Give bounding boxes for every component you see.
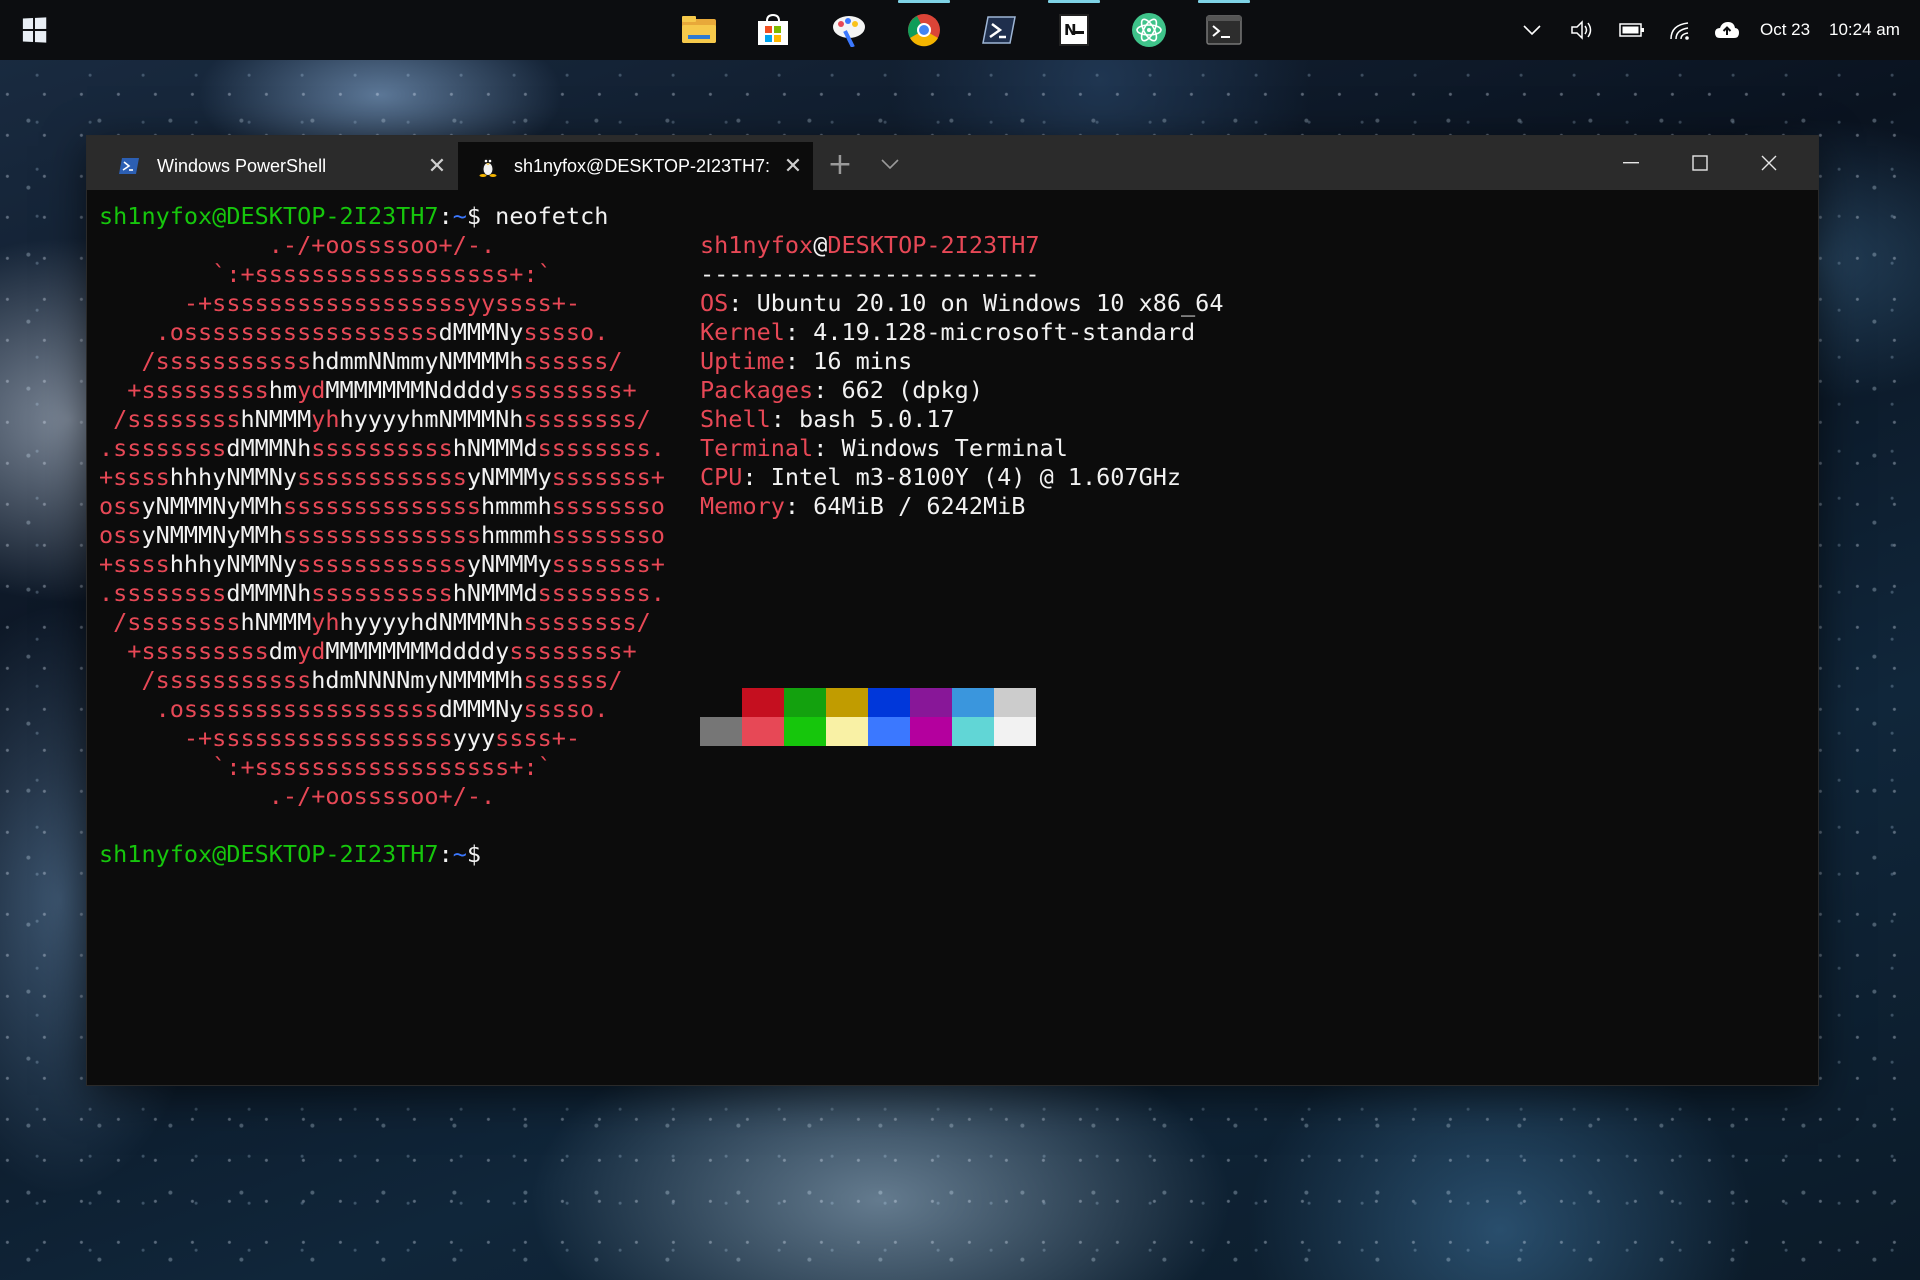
- ubuntu-ascii-logo: .-/+oossssoo+/-. `:+ssssssssssssssssss+:…: [99, 231, 689, 811]
- command-text: neofetch: [481, 202, 609, 230]
- logo-line: /ssssssssssshdmNNNNmyNMMMMhssssss/: [99, 666, 708, 694]
- logo-line: /sssssssshNMMMyhhyyyyhmNMMMNhssssssss/: [99, 405, 708, 433]
- tab-windows-powershell[interactable]: Windows PowerShell ✕: [95, 142, 457, 190]
- microsoft-store-icon[interactable]: [753, 10, 793, 50]
- logo-line: `:+ssssssssssssssssss+:`: [99, 260, 708, 288]
- close-window-button[interactable]: [1735, 136, 1803, 190]
- chrome-icon[interactable]: [898, 0, 950, 50]
- info-user-host: sh1nyfox@DESKTOP-2I23TH7: [700, 231, 1040, 259]
- logo-line: +ssssssssshmydMMMMMMMNddddyssssssss+: [99, 376, 708, 404]
- battery-icon[interactable]: [1619, 0, 1645, 60]
- palette-swatch: [868, 688, 910, 717]
- taskbar: N Oct 23 10:24 am: [0, 0, 1920, 60]
- maximize-button[interactable]: [1666, 136, 1734, 190]
- terminal-window: Windows PowerShell ✕ sh1nyfox@DESKTOP-2I…: [87, 136, 1818, 1085]
- info-row-cpu: CPU: Intel m3-8100Y (4) @ 1.607GHz: [700, 463, 1182, 491]
- prompt-line: sh1nyfox@DESKTOP-2I23TH7:~$: [99, 840, 482, 868]
- running-indicator: [1048, 0, 1100, 3]
- command-line: sh1nyfox@DESKTOP-2I23TH7:~$ neofetch: [99, 202, 609, 230]
- onedrive-upload-icon[interactable]: [1714, 0, 1740, 60]
- info-row-os: OS: Ubuntu 20.10 on Windows 10 x86_64: [700, 289, 1224, 317]
- palette-swatch: [910, 688, 952, 717]
- logo-line: ossyNMMMNyMMhsssssssssssssshmmmhssssssso: [99, 521, 708, 549]
- info-row-uptime: Uptime: 16 mins: [700, 347, 913, 375]
- palette-swatch: [994, 688, 1036, 717]
- show-hidden-icons-chevron[interactable]: [1522, 0, 1542, 60]
- running-indicator: [898, 0, 950, 3]
- palette-swatch: [994, 717, 1036, 746]
- logo-line: /sssssssshNMMMyhhyyyyhdNMMMNhssssssss/: [99, 608, 708, 636]
- linux-penguin-icon: [476, 154, 500, 178]
- palette-swatch: [784, 688, 826, 717]
- palette-swatch: [826, 717, 868, 746]
- atom-icon[interactable]: [1129, 10, 1169, 50]
- palette-swatch: [700, 717, 742, 746]
- close-tab-icon[interactable]: ✕: [773, 153, 813, 179]
- logo-line: `:+ssssssssssssssssss+:`: [99, 753, 708, 781]
- close-tab-icon[interactable]: ✕: [417, 153, 457, 179]
- title-bar[interactable]: Windows PowerShell ✕ sh1nyfox@DESKTOP-2I…: [87, 136, 1818, 190]
- tab-label: Windows PowerShell: [157, 155, 327, 176]
- palette-row-bright: [700, 717, 1036, 746]
- file-explorer-icon[interactable]: [679, 10, 719, 50]
- taskbar-time[interactable]: 10:24 am: [1829, 0, 1900, 60]
- logo-line: +sssssssssdmydMMMMMMMMddddyssssssss+: [99, 637, 708, 665]
- powershell-icon: [117, 154, 141, 178]
- info-row-terminal: Terminal: Windows Terminal: [700, 434, 1068, 462]
- info-row-memory: Memory: 64MiB / 6242MiB: [700, 492, 1026, 520]
- palette-row-normal: [700, 688, 1036, 717]
- logo-line: .ossssssssssssssssssdMMMNysssso.: [99, 695, 708, 723]
- tab-label: sh1nyfox@DESKTOP-2I23TH7: ~: [514, 155, 773, 176]
- logo-line: +sssshhhyNMMNyssssssssssssyNMMMysssssss+: [99, 463, 708, 491]
- info-row-packages: Packages: 662 (dpkg): [700, 376, 983, 404]
- tab-dropdown-chevron-icon[interactable]: [870, 144, 910, 184]
- palette-swatch: [742, 688, 784, 717]
- system-info: sh1nyfox@DESKTOP-2I23TH7 ---------------…: [700, 231, 1223, 521]
- new-tab-button[interactable]: +: [820, 144, 860, 184]
- tab-ubuntu[interactable]: sh1nyfox@DESKTOP-2I23TH7: ~ ✕: [458, 142, 813, 190]
- color-palette: [700, 688, 1036, 746]
- palette-swatch: [952, 688, 994, 717]
- minimize-button[interactable]: [1597, 136, 1665, 190]
- logo-line: +sssshhhyNMMNyssssssssssssyNMMMysssssss+: [99, 550, 708, 578]
- info-row-shell: Shell: bash 5.0.17: [700, 405, 955, 433]
- taskbar-date[interactable]: Oct 23: [1760, 0, 1810, 60]
- powershell-icon[interactable]: [979, 10, 1019, 50]
- palette-swatch: [700, 688, 742, 717]
- logo-line: .ssssssssdMMMNhsssssssssshNMMMdssssssss.: [99, 579, 708, 607]
- windows-terminal-icon[interactable]: [1198, 0, 1250, 50]
- wifi-icon[interactable]: [1668, 0, 1692, 60]
- windows-start-icon[interactable]: [22, 17, 47, 43]
- svg-text:N: N: [1064, 21, 1077, 39]
- logo-line: -+sssssssssssssssssyyyssss+-: [99, 724, 708, 752]
- info-row-kernel: Kernel: 4.19.128-microsoft-standard: [700, 318, 1196, 346]
- palette-swatch: [742, 717, 784, 746]
- palette-swatch: [784, 717, 826, 746]
- running-indicator: [1198, 0, 1250, 3]
- logo-line: .-/+oossssoo+/-.: [99, 231, 708, 259]
- logo-line: .ssssssssdMMMNhsssssssssshNMMMdssssssss.: [99, 434, 708, 462]
- palette-swatch: [952, 717, 994, 746]
- notion-icon[interactable]: N: [1048, 0, 1100, 50]
- logo-line: /ssssssssssshdmmNNmmyNMMMMhssssss/: [99, 347, 708, 375]
- palette-swatch: [826, 688, 868, 717]
- palette-swatch: [910, 717, 952, 746]
- terminal-output[interactable]: sh1nyfox@DESKTOP-2I23TH7:~$ neofetch .-/…: [99, 202, 1799, 1072]
- logo-line: .-/+oossssoo+/-.: [99, 782, 708, 810]
- logo-line: -+ssssssssssssssssssyyssss+-: [99, 289, 708, 317]
- volume-icon[interactable]: [1570, 0, 1594, 60]
- logo-line: .ossssssssssssssssssdMMMNysssso.: [99, 318, 708, 346]
- info-separator: ------------------------: [700, 260, 1040, 288]
- palette-swatch: [868, 717, 910, 746]
- logo-line: ossyNMMMNyMMhsssssssssssssshmmmhssssssso: [99, 492, 708, 520]
- paint-icon[interactable]: [829, 10, 869, 50]
